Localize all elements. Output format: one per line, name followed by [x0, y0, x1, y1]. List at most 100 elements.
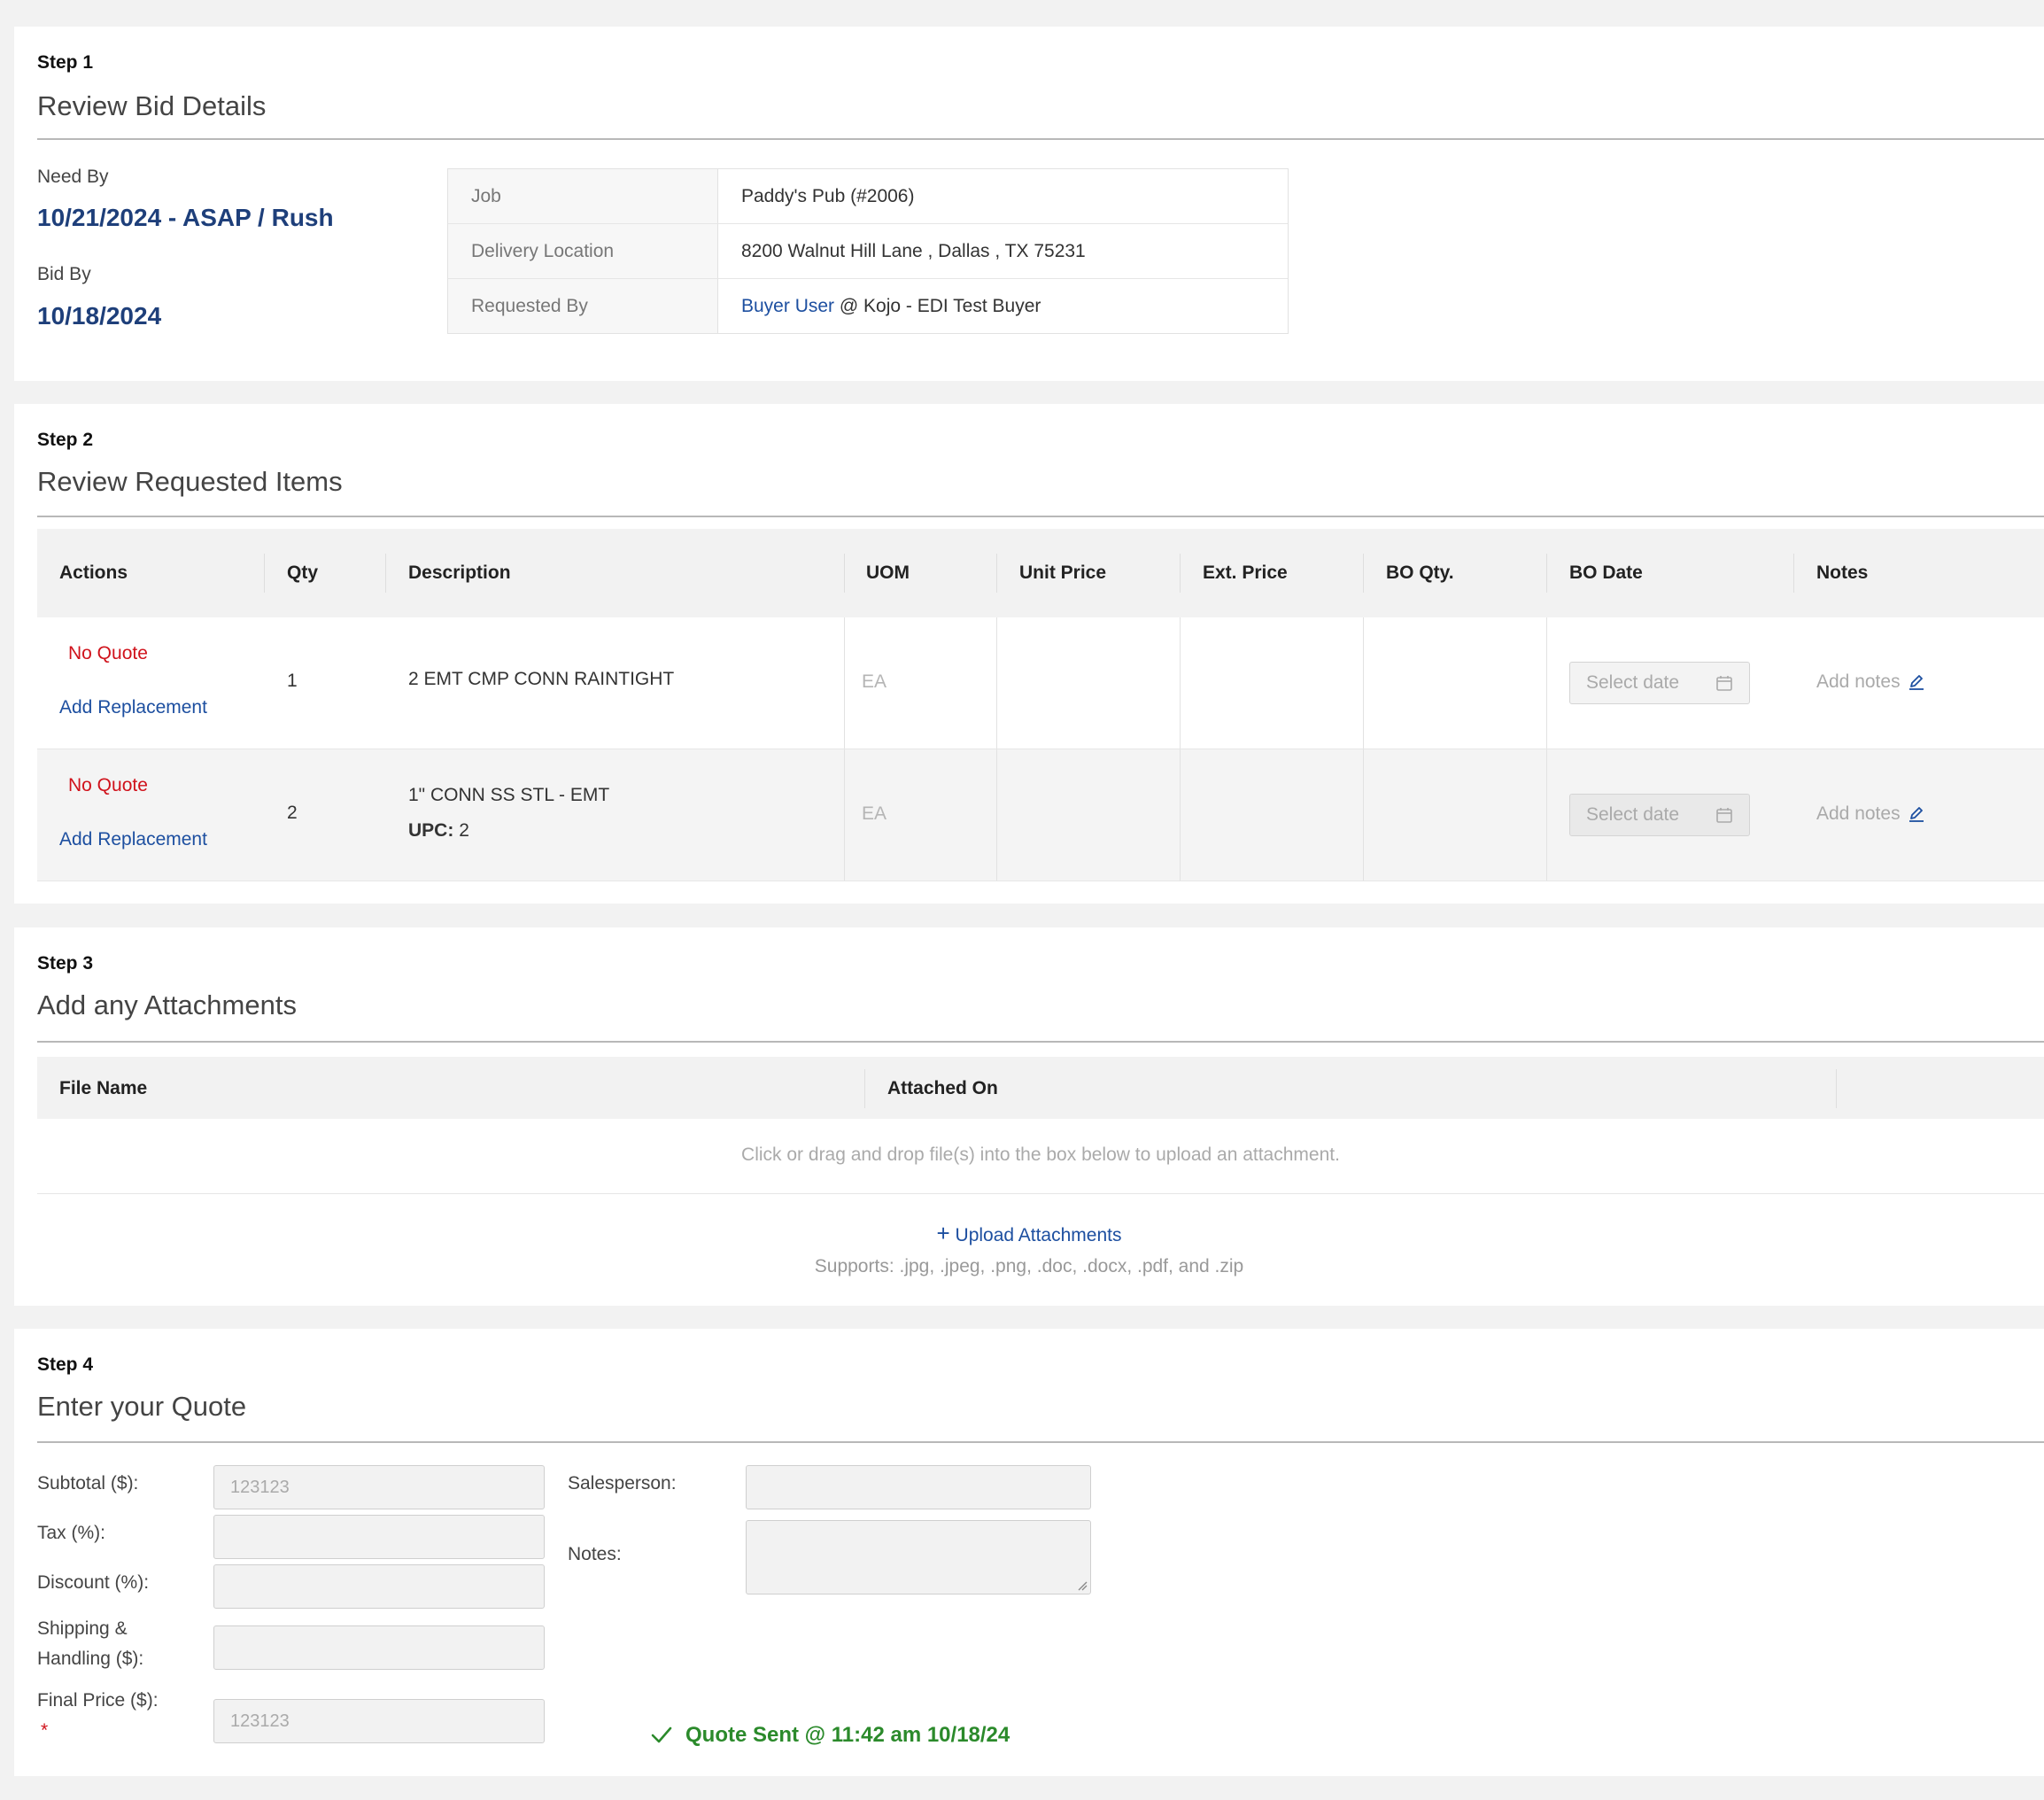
- add-notes-button[interactable]: Add notes: [1816, 803, 1925, 825]
- cell-divider: [1180, 617, 1181, 749]
- step2-card: Step 2 Review Requested Items Actions Qt…: [14, 404, 2044, 904]
- bid-by-value: 10/18/2024: [37, 302, 162, 330]
- no-quote-button[interactable]: No Quote: [68, 775, 148, 796]
- need-by-value: 10/21/2024 - ASAP / Rush: [37, 204, 334, 231]
- description-value: 1" CONN SS STL - EMT: [408, 785, 610, 805]
- qty-value: 2: [287, 803, 298, 823]
- uom-value: EA: [862, 803, 887, 824]
- col-divider: [864, 1069, 865, 1108]
- upc-line: UPC: 2: [408, 820, 469, 842]
- upc-label: UPC:: [408, 820, 454, 841]
- resize-handle-icon: [1078, 1581, 1088, 1591]
- col-unit-price: Unit Price: [1019, 562, 1107, 583]
- attachments-divider: [37, 1193, 2044, 1194]
- col-description: Description: [408, 562, 511, 583]
- delivery-row: Delivery Location 8200 Walnut Hill Lane …: [448, 224, 1288, 279]
- col-divider: [264, 554, 265, 593]
- col-attached-on: Attached On: [887, 1078, 998, 1098]
- step3-label: Step 3: [37, 953, 94, 974]
- shipping-label-line1: Shipping &: [37, 1618, 128, 1639]
- bo-date-picker[interactable]: Select date: [1569, 662, 1750, 704]
- cell-divider: [996, 617, 997, 749]
- col-uom: UOM: [866, 562, 910, 583]
- date-placeholder: Select date: [1586, 804, 1680, 825]
- add-notes-label: Add notes: [1816, 803, 1901, 824]
- col-divider: [1363, 554, 1364, 593]
- shipping-label-line2: Handling ($):: [37, 1649, 144, 1669]
- step4-label: Step 4: [37, 1354, 94, 1375]
- step1-title: Review Bid Details: [37, 90, 267, 121]
- step1-label: Step 1: [37, 52, 94, 73]
- pencil-icon: [1909, 675, 1924, 690]
- step2-title: Review Requested Items: [37, 466, 343, 497]
- subtotal-value: 123123: [230, 1477, 290, 1497]
- attachments-empty-message: Click or drag and drop file(s) into the …: [741, 1144, 1340, 1165]
- tax-field[interactable]: [213, 1515, 545, 1559]
- required-mark: *: [41, 1720, 49, 1741]
- checkmark-icon: [651, 1726, 672, 1743]
- col-ext-price: Ext. Price: [1203, 562, 1288, 583]
- cell-divider: [1180, 749, 1181, 881]
- shipping-field[interactable]: [213, 1625, 545, 1670]
- job-label: Job: [448, 169, 718, 223]
- discount-field[interactable]: [213, 1564, 545, 1609]
- final-price-value: 123123: [230, 1711, 290, 1731]
- subtotal-field[interactable]: 123123: [213, 1465, 545, 1509]
- col-divider: [1836, 1069, 1837, 1108]
- final-price-label: Final Price ($): *: [37, 1686, 159, 1746]
- col-divider: [1180, 554, 1181, 593]
- discount-label: Discount (%):: [37, 1572, 150, 1593]
- bo-date-picker[interactable]: Select date: [1569, 794, 1750, 836]
- step1-card: Step 1 Review Bid Details Need By 10/21/…: [14, 27, 2044, 381]
- add-notes-label: Add notes: [1816, 671, 1901, 692]
- col-divider: [1793, 554, 1794, 593]
- bid-details-table: Job Paddy's Pub (#2006) Delivery Locatio…: [447, 168, 1289, 334]
- col-qty: Qty: [287, 562, 319, 583]
- step3-divider: [37, 1041, 2044, 1043]
- need-by-label: Need By: [37, 167, 109, 187]
- col-actions: Actions: [59, 562, 128, 583]
- add-notes-button[interactable]: Add notes: [1816, 671, 1925, 693]
- step4-title: Enter your Quote: [37, 1391, 247, 1422]
- supported-formats: Supports: .jpg, .jpeg, .png, .doc, .docx…: [814, 1256, 1244, 1276]
- add-replacement-link[interactable]: Add Replacement: [59, 697, 207, 718]
- col-file-name: File Name: [59, 1078, 148, 1098]
- step4-card: Step 4 Enter your Quote Subtotal ($): 12…: [14, 1329, 2044, 1776]
- salesperson-field[interactable]: [746, 1465, 1091, 1509]
- subtotal-label: Subtotal ($):: [37, 1473, 139, 1494]
- step2-divider: [37, 516, 2044, 517]
- col-divider: [385, 554, 386, 593]
- col-bo-date: BO Date: [1569, 562, 1643, 583]
- cell-divider: [844, 749, 845, 881]
- buyer-user-link[interactable]: Buyer User: [741, 296, 834, 317]
- step4-divider: [37, 1441, 2044, 1443]
- upload-attachments-button[interactable]: + Upload Attachments: [14, 1220, 2044, 1247]
- job-value: Paddy's Pub (#2006): [741, 185, 915, 206]
- delivery-value: 8200 Walnut Hill Lane , Dallas , TX 7523…: [741, 240, 1086, 261]
- cell-divider: [1546, 749, 1547, 881]
- requested-value: Buyer User @ Kojo - EDI Test Buyer: [718, 279, 1288, 333]
- notes-label: Notes:: [568, 1544, 622, 1564]
- attachments-header: File Name Attached On: [37, 1057, 2044, 1119]
- step2-label: Step 2: [37, 430, 94, 450]
- add-replacement-link[interactable]: Add Replacement: [59, 829, 207, 850]
- notes-textarea[interactable]: [746, 1520, 1091, 1594]
- step3-title: Add any Attachments: [37, 989, 297, 1020]
- shipping-label: Shipping & Handling ($):: [37, 1614, 143, 1674]
- col-bo-qty: BO Qty.: [1386, 562, 1454, 583]
- final-price-field[interactable]: 123123: [213, 1699, 545, 1743]
- table-row: No Quote Add Replacement 1 2 EMT CMP CON…: [37, 617, 2044, 749]
- no-quote-button[interactable]: No Quote: [68, 643, 148, 664]
- requested-row: Requested By Buyer User @ Kojo - EDI Tes…: [448, 279, 1288, 333]
- items-table: Actions Qty Description UOM Unit Price E…: [37, 529, 2044, 881]
- calendar-icon: [1716, 676, 1732, 691]
- requested-label: Requested By: [448, 279, 718, 333]
- bid-by-label: Bid By: [37, 264, 91, 284]
- cell-divider: [996, 749, 997, 881]
- requested-company: @ Kojo - EDI Test Buyer: [839, 295, 1041, 316]
- upload-label: Upload Attachments: [955, 1225, 1122, 1245]
- qty-value: 1: [287, 671, 298, 691]
- table-row: No Quote Add Replacement 2 1" CONN SS ST…: [37, 749, 2044, 881]
- delivery-label: Delivery Location: [448, 224, 718, 278]
- items-table-header: Actions Qty Description UOM Unit Price E…: [37, 529, 2044, 617]
